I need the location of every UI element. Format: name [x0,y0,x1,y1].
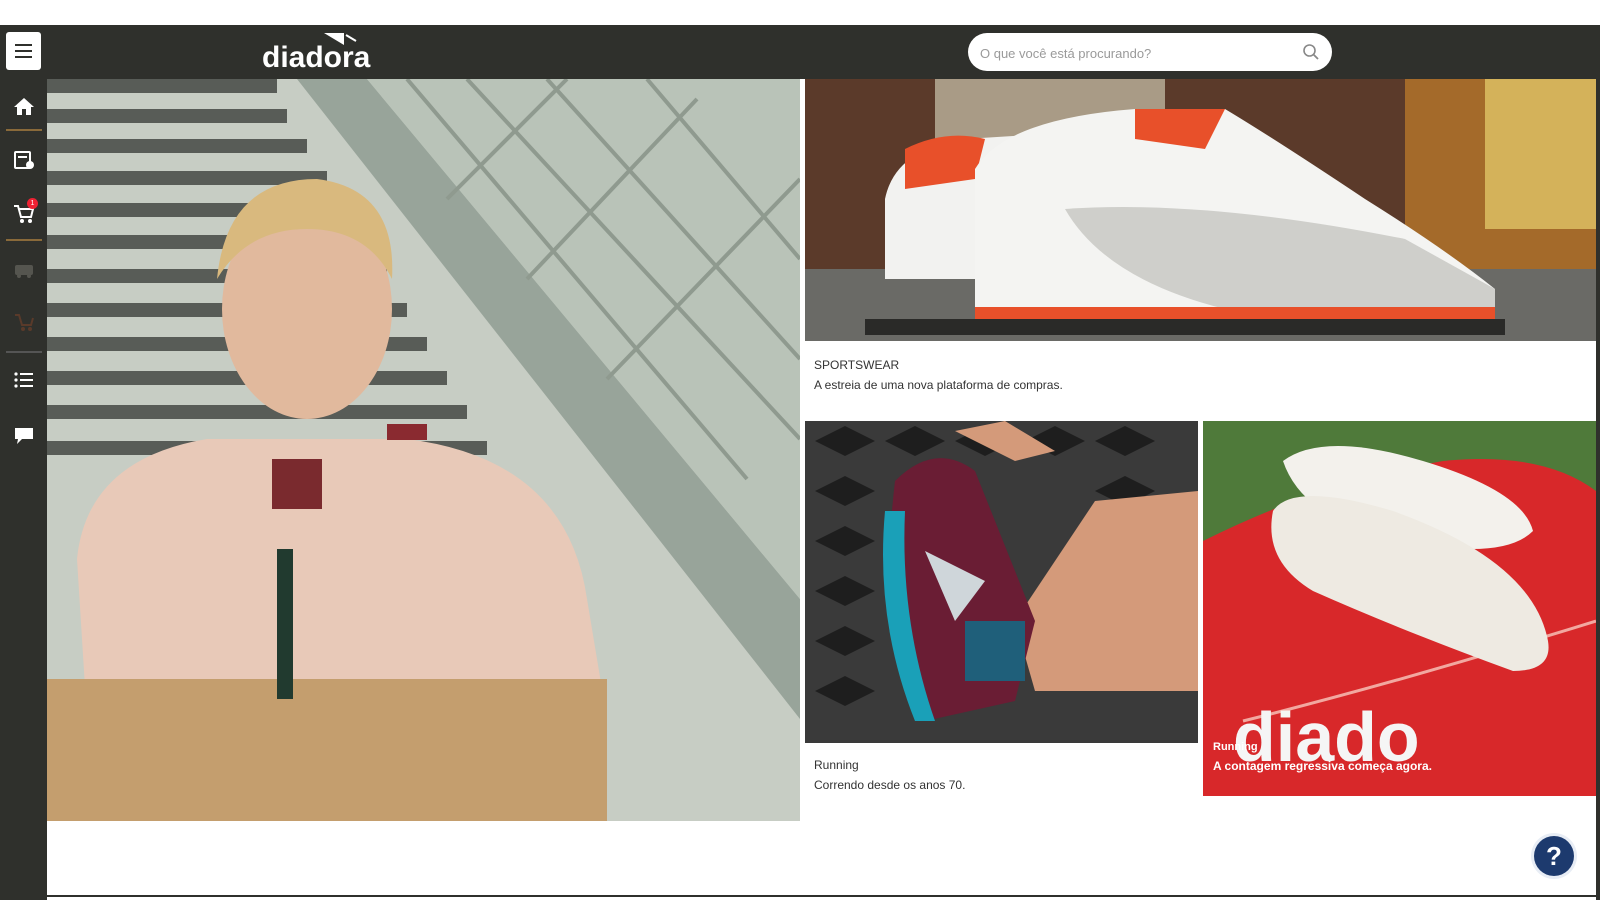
search-icon[interactable] [1302,43,1320,61]
search-input[interactable] [978,33,1282,73]
sportswear-category[interactable]: SPORTSWEAR [814,358,899,372]
search-bar [968,33,1332,73]
truck-icon [14,265,33,278]
sidebar-item-cart-return[interactable] [8,307,39,337]
logo-mark: diadora [262,33,371,74]
sidebar-item-chat[interactable] [8,421,39,451]
sidebar-divider [6,351,42,353]
hamburger-icon [15,44,32,46]
hero-photo [47,79,800,821]
football-boot-photo: diado [1203,421,1596,796]
chat-icon [14,428,33,444]
football-category[interactable]: Running [1213,741,1258,753]
running-tile[interactable] [805,421,1198,743]
hamburger-icon-line [15,50,32,52]
diadora-logo[interactable]: diadora [262,31,372,78]
bottom-border [47,895,1600,897]
sidebar-item-list[interactable] [8,365,39,395]
sidebar: 1 [0,79,47,900]
right-border [1596,79,1600,900]
sidebar-item-shipping[interactable] [8,255,39,285]
logo-text: diadora [262,41,371,73]
list-icon [13,372,33,388]
hero-image[interactable] [47,79,800,821]
top-bar: diadora [0,25,1600,79]
help-button[interactable]: ? [1534,836,1574,876]
running-shoe-photo [805,421,1198,743]
football-description[interactable]: A contagem regressiva começa agora. [1213,759,1432,773]
order-icon [13,151,34,169]
football-tile[interactable]: diado Running A contagem regressiva come… [1203,421,1596,796]
running-category[interactable]: Running [814,758,859,772]
sidebar-item-cart[interactable]: 1 [8,198,39,229]
cart-arrow-icon [14,314,34,331]
sneaker-photo [805,79,1596,341]
sidebar-item-home[interactable] [8,91,39,121]
sportswear-tile[interactable] [805,79,1596,341]
hamburger-icon-line [15,56,32,58]
home-icon [13,98,34,115]
cart-badge: 1 [27,198,38,209]
sidebar-divider [6,239,42,241]
sportswear-description[interactable]: A estreia de uma nova plataforma de comp… [814,378,1063,392]
running-description[interactable]: Correndo desde os anos 70. [814,778,965,792]
menu-button[interactable] [6,32,41,70]
sidebar-divider [6,129,42,131]
sidebar-item-orders[interactable] [8,145,39,175]
